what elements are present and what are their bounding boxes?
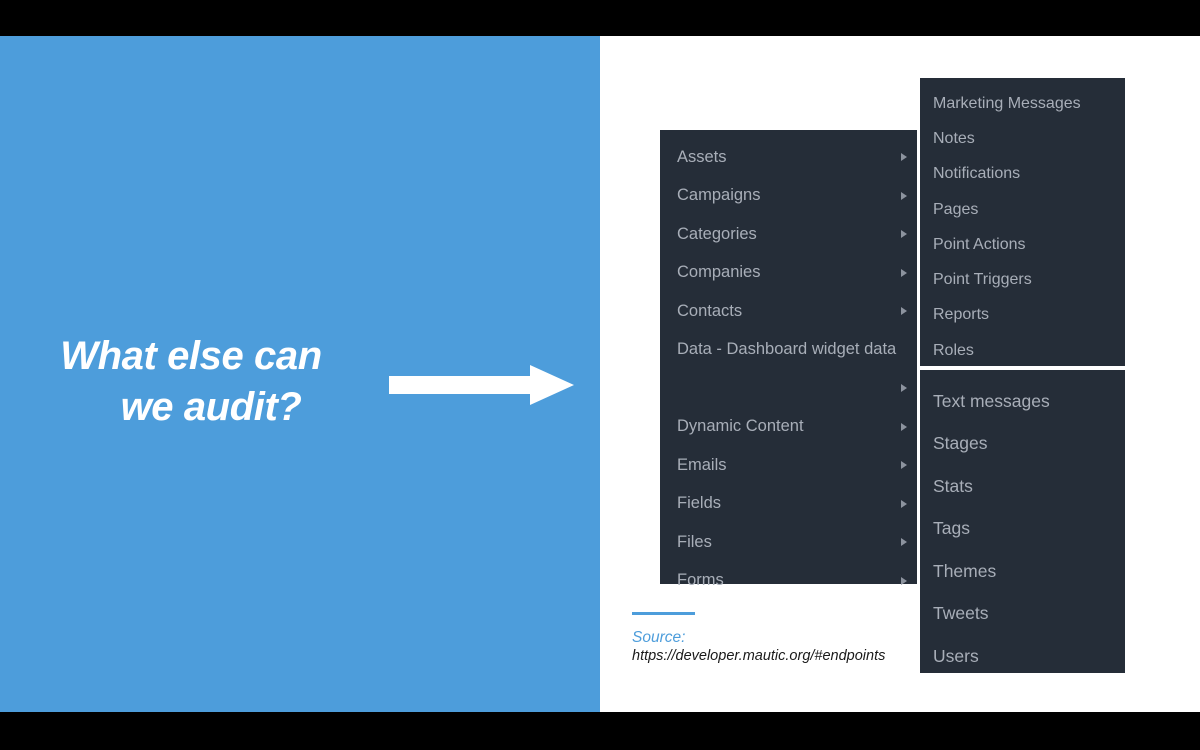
right-arrow-icon — [389, 365, 574, 405]
menu-item-label: Point Actions — [933, 235, 1026, 253]
letterbox-bar-bottom — [0, 712, 1200, 750]
menu-item-stats[interactable]: Stats — [920, 465, 1125, 508]
menu-item-label: Campaigns — [677, 186, 761, 205]
chevron-right-icon — [901, 191, 907, 200]
menu-item-tags[interactable]: Tags — [920, 508, 1125, 551]
headline-line-2: we audit? — [120, 385, 302, 430]
menu-item-label: Pages — [933, 200, 979, 218]
menu-item-data-dashboard-widget-data-overflow[interactable] — [660, 369, 917, 408]
chevron-right-icon — [901, 230, 907, 239]
menu-item-stages[interactable]: Stages — [920, 423, 1125, 466]
chevron-right-icon — [901, 307, 907, 316]
menu-item-pages[interactable]: Pages — [920, 192, 1125, 227]
headline-line-1: What else can — [60, 334, 322, 378]
chevron-right-icon — [901, 153, 907, 162]
chevron-right-icon — [901, 422, 907, 431]
menu-item-data-dashboard-widget-data[interactable]: Data - Dashboard widget data — [660, 331, 917, 370]
dropdown-menu-panel-primary[interactable]: Assets Campaigns Categories Companies Co… — [660, 130, 917, 589]
chevron-right-icon — [901, 268, 907, 277]
source-label: Source: — [632, 629, 686, 646]
menu-item-label: Contacts — [677, 301, 743, 320]
menu-item-label: Point Triggers — [933, 271, 1032, 289]
blue-title-panel: What else can we audit? — [0, 36, 600, 712]
chevron-right-icon — [901, 461, 907, 470]
source-citation: Source: https://developer.mautic.org/#en… — [632, 612, 932, 666]
menu-item-label: Dynamic Content — [677, 417, 804, 436]
slide-frame: What else can we audit? Assets Campaigns… — [0, 0, 1200, 750]
menu-item-text-messages[interactable]: Text messages — [920, 380, 1125, 423]
menu-item-notifications[interactable]: Notifications — [920, 157, 1125, 192]
menu-item-marketing-messages[interactable]: Marketing Messages — [920, 86, 1125, 121]
menu-item-point-actions[interactable]: Point Actions — [920, 227, 1125, 262]
menu-item-contacts[interactable]: Contacts — [660, 292, 917, 331]
menu-item-companies[interactable]: Companies — [660, 254, 917, 293]
menu-item-label: Forms — [677, 571, 724, 590]
menu-item-label: Categories — [677, 224, 757, 243]
menu-item-label: Companies — [677, 263, 761, 282]
menu-item-label: Roles — [933, 341, 974, 359]
menu-item-label: Text messages — [933, 390, 1050, 411]
menu-item-label: Marketing Messages — [933, 94, 1081, 112]
chevron-right-icon — [901, 499, 907, 508]
menu-item-label: Data - Dashboard widget data — [677, 340, 897, 359]
menu-item-label: Fields — [677, 494, 722, 513]
letterbox-bar-top — [0, 0, 1200, 36]
menu-item-users[interactable]: Users — [920, 635, 1125, 678]
menu-item-label: Tags — [933, 518, 970, 539]
menu-item-reports[interactable]: Reports — [920, 298, 1125, 333]
menu-item-point-triggers[interactable]: Point Triggers — [920, 262, 1125, 297]
chevron-right-icon — [901, 384, 907, 393]
menu-item-assets[interactable]: Assets — [660, 138, 917, 177]
menu-item-tweets[interactable]: Tweets — [920, 593, 1125, 636]
source-url[interactable]: https://developer.mautic.org/#endpoints — [632, 647, 932, 666]
menu-item-label: Notifications — [933, 165, 1021, 183]
slide-canvas: What else can we audit? Assets Campaigns… — [0, 36, 1200, 712]
menu-item-forms[interactable]: Forms — [660, 562, 917, 601]
menu-item-categories[interactable]: Categories — [660, 215, 917, 254]
page-title: What else can we audit? — [0, 331, 390, 433]
menu-item-label: Themes — [933, 560, 997, 581]
menu-item-label: Stages — [933, 433, 988, 454]
divider-rule — [632, 612, 695, 615]
dropdown-menu-panel-tertiary[interactable]: Text messages Stages Stats Tags Themes T… — [920, 370, 1125, 673]
menu-item-notes[interactable]: Notes — [920, 121, 1125, 156]
menu-item-label: Files — [677, 532, 712, 551]
menu-item-label: Assets — [677, 147, 727, 166]
menu-item-dynamic-content[interactable]: Dynamic Content — [660, 408, 917, 447]
menu-item-campaigns[interactable]: Campaigns — [660, 177, 917, 216]
chevron-right-icon — [901, 576, 907, 585]
menu-item-label: Tweets — [933, 603, 989, 624]
menu-item-label: Emails — [677, 455, 727, 474]
menu-item-label: Notes — [933, 129, 975, 147]
menu-item-files[interactable]: Files — [660, 523, 917, 562]
menu-item-roles[interactable]: Roles — [920, 333, 1125, 368]
menu-item-label: Reports — [933, 306, 990, 324]
chevron-right-icon — [901, 538, 907, 547]
menu-item-emails[interactable]: Emails — [660, 446, 917, 485]
menu-item-themes[interactable]: Themes — [920, 550, 1125, 593]
menu-item-label: Stats — [933, 475, 973, 496]
menu-item-label: Users — [933, 645, 979, 666]
menu-item-fields[interactable]: Fields — [660, 485, 917, 524]
dropdown-menu-panel-secondary[interactable]: Marketing Messages Notes Notifications P… — [920, 78, 1125, 366]
